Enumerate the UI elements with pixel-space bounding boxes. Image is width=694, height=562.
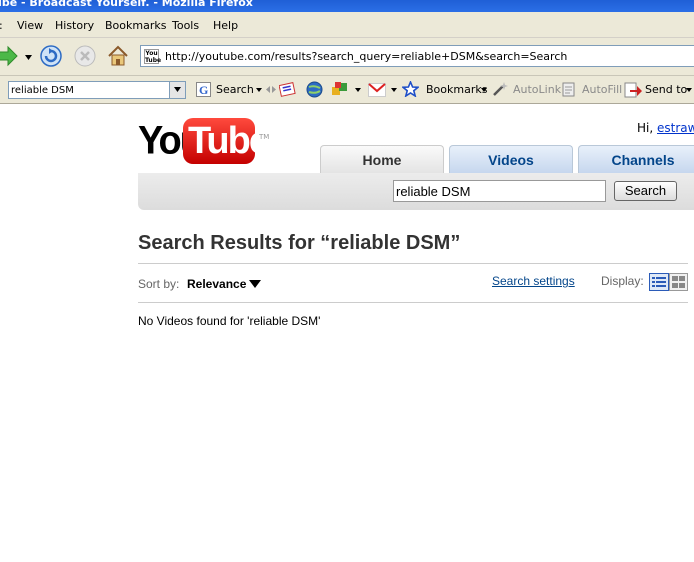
search-button[interactable]: Search [614,181,677,201]
sort-dropdown[interactable]: Relevance [187,277,246,291]
menu-item-partial[interactable]: : [0,19,3,32]
gmail-icon[interactable] [368,83,386,97]
youtube-favicon-icon: You Tube [144,49,162,64]
send-to-icon[interactable] [624,81,642,98]
bookmarks-dropdown-icon[interactable] [481,88,487,92]
search-dropdown-icon[interactable] [256,88,262,92]
user-greeting: Hi, estraw! [637,121,694,135]
page-title: Search Results for “reliable DSM” [138,232,461,254]
sort-label: Sort by: [138,277,180,291]
news-icon[interactable] [279,81,297,97]
send-to-dropdown-icon[interactable] [686,88,692,92]
google-search-button[interactable]: Search [216,83,254,96]
svg-text:G: G [199,83,208,97]
google-g-icon[interactable]: G [196,82,211,97]
menu-item-bookmarks[interactable]: Bookmarks [105,19,166,32]
google-search-box[interactable] [8,81,186,99]
menu-item-help[interactable]: Help [213,19,238,32]
tab-home[interactable]: Home [320,145,444,173]
menu-item-view[interactable]: View [17,19,43,32]
window-titlebar: ube - Broadcast Yourself. - Mozilla Fire… [0,0,694,12]
home-icon[interactable] [106,44,130,68]
search-settings-link[interactable]: Search settings [492,274,575,288]
logo-tube-text: Tube [188,120,270,162]
forward-arrow-icon[interactable] [0,44,20,68]
divider [138,263,688,264]
greeting-prefix: Hi, [637,121,657,135]
youtube-logo[interactable]: You Tube TM [138,118,278,168]
menu-item-tools[interactable]: Tools [172,19,199,32]
chevron-down-icon [174,87,181,92]
tab-videos[interactable]: Videos [449,145,573,173]
send-to-button[interactable]: Send to [645,83,687,96]
stop-icon[interactable] [73,44,97,68]
separator-arrows-icon [266,86,276,93]
autofill-icon[interactable] [561,81,577,97]
reload-icon[interactable] [39,44,63,68]
url-text[interactable]: http://youtube.com/results?search_query=… [165,50,567,63]
menu-item-history[interactable]: History [55,19,94,32]
gmail-dropdown-icon[interactable] [391,88,397,92]
list-view-button[interactable] [649,273,669,291]
search-input[interactable] [393,180,606,202]
tab-channels[interactable]: Channels [578,145,694,173]
wand-icon[interactable] [492,81,509,97]
autofill-button[interactable]: AutoFill [582,83,622,96]
divider [138,302,688,303]
puzzle-icon[interactable] [331,81,349,98]
grid-view-icon [672,276,685,288]
google-search-input[interactable] [11,83,169,97]
puzzle-dropdown-icon[interactable] [355,88,361,92]
grid-view-button[interactable] [669,273,688,291]
sort-chevron-down-icon[interactable] [249,280,261,288]
url-bar[interactable]: You Tube http://youtube.com/results?sear… [140,45,694,67]
display-label: Display: [601,274,644,288]
no-results-message: No Videos found for 'reliable DSM' [138,314,321,328]
window-title: ube - Broadcast Yourself. - Mozilla Fire… [0,0,253,9]
google-search-dropdown[interactable] [169,82,185,98]
star-icon[interactable] [402,81,419,97]
list-view-icon [652,277,666,287]
menu-bar: : View History Bookmarks Tools Help [0,12,694,38]
globe-icon[interactable] [306,81,323,98]
bookmarks-button[interactable]: Bookmarks [426,83,487,96]
logo-trademark: TM [259,133,270,141]
autolink-button[interactable]: AutoLink [513,83,561,96]
forward-dropdown-icon[interactable] [25,55,32,60]
username-link[interactable]: estraw! [657,121,694,135]
